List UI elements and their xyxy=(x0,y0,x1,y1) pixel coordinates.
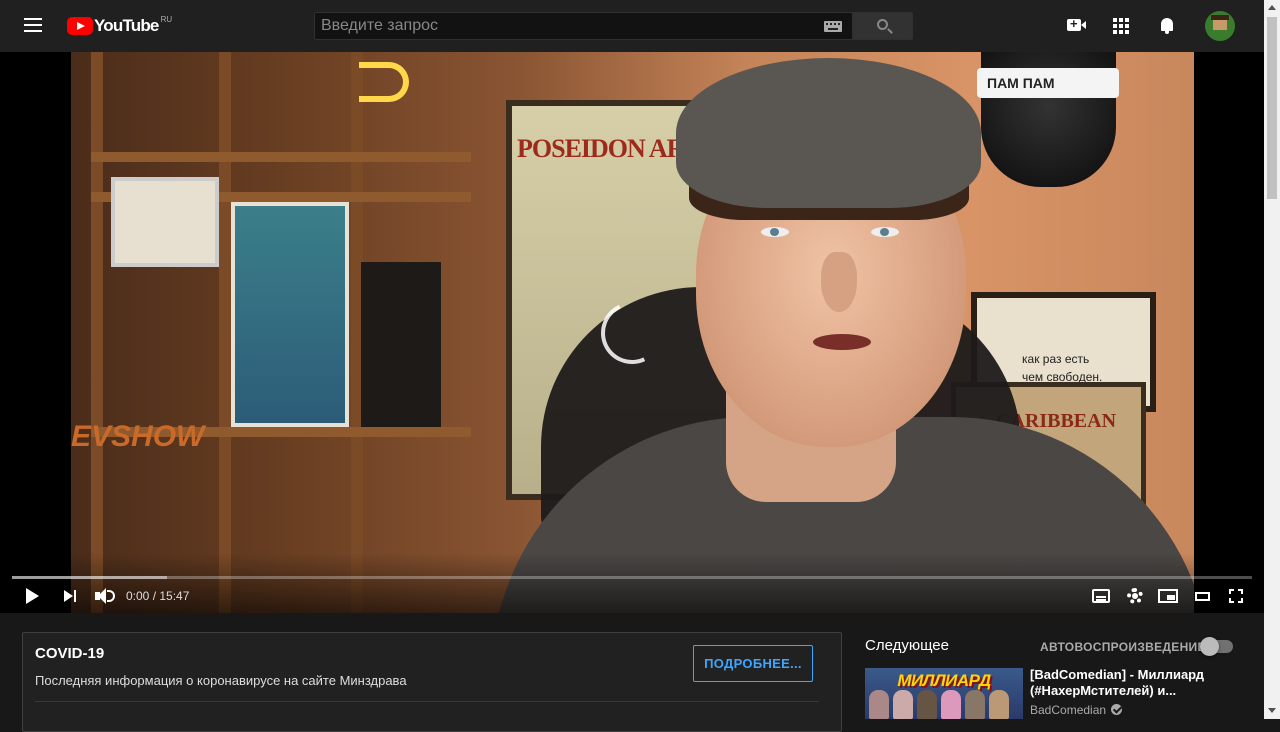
up-next-heading: Следующее xyxy=(865,637,949,654)
youtube-play-icon xyxy=(67,17,93,35)
scroll-thumb[interactable] xyxy=(1267,17,1277,199)
shelf-post xyxy=(91,52,103,613)
thumbnail-face xyxy=(869,690,889,719)
search-input[interactable] xyxy=(315,13,815,39)
thumbnail-title: МИЛЛИАРД xyxy=(897,671,991,690)
logo-text: YouTube xyxy=(94,16,159,35)
person-eye xyxy=(871,227,899,237)
avatar[interactable] xyxy=(1205,11,1235,41)
person-mouth xyxy=(813,334,871,350)
thumbnail-face xyxy=(965,690,985,719)
covid-description: Последняя информация о коронавирусе на с… xyxy=(35,673,407,688)
scroll-down-arrow-icon[interactable] xyxy=(1268,708,1276,713)
page-scrollbar[interactable] xyxy=(1264,0,1280,719)
search-button[interactable] xyxy=(853,12,913,40)
next-video-channel[interactable]: BadComedian xyxy=(1030,703,1106,717)
thumbnail-face xyxy=(917,690,937,719)
autoplay-toggle[interactable] xyxy=(1200,637,1233,656)
verified-badge-icon xyxy=(1111,704,1122,715)
autoplay-label: АВТОВОСПРОИЗВЕДЕНИЕ xyxy=(1040,640,1206,654)
autoplay-toggle-knob xyxy=(1200,637,1219,656)
covid-title: COVID-19 xyxy=(35,645,105,662)
youtube-logo[interactable]: YouTube RU xyxy=(67,14,173,36)
covid-info-panel: COVID-19 Последняя информация о коронави… xyxy=(22,632,842,732)
progress-bar[interactable] xyxy=(12,576,1252,579)
next-video-thumbnail[interactable]: МИЛЛИАРД xyxy=(865,668,1023,719)
neon-sign xyxy=(359,62,409,102)
microphone: ПАМ ПАМ xyxy=(977,52,1119,187)
next-video-title[interactable]: [BadComedian] - Миллиард (#НахерМстителе… xyxy=(1030,667,1230,699)
divider xyxy=(35,701,819,702)
subtitles-icon[interactable] xyxy=(1092,589,1110,603)
wall-quote-text: как раз есть чем свободен. xyxy=(1022,352,1103,384)
small-picture xyxy=(111,177,219,267)
miniplayer-icon[interactable] xyxy=(1158,589,1178,603)
shelf-post xyxy=(219,52,231,613)
next-video-icon[interactable] xyxy=(64,586,78,606)
apps-icon[interactable] xyxy=(1113,18,1129,34)
masthead: YouTube RU xyxy=(0,0,1264,52)
fullscreen-icon[interactable] xyxy=(1229,589,1243,603)
create-video-icon[interactable] xyxy=(1067,16,1086,31)
progress-loaded xyxy=(12,576,167,579)
controls-gradient xyxy=(0,553,1264,613)
thumbnail-face xyxy=(941,690,961,719)
search-icon xyxy=(877,19,888,30)
evshow-sign: EVSHOW xyxy=(71,420,205,453)
person-beanie xyxy=(676,58,981,208)
menu-icon[interactable] xyxy=(24,18,42,32)
microphone-band-text: ПАМ ПАМ xyxy=(987,75,1055,91)
time-display: 0:00 / 15:47 xyxy=(126,589,190,603)
scroll-up-arrow-icon[interactable] xyxy=(1268,5,1276,10)
covid-more-button[interactable]: ПОДРОБНЕЕ... xyxy=(693,645,813,682)
keyboard-icon[interactable] xyxy=(824,21,842,32)
shelf-board xyxy=(91,152,471,162)
shelf-box xyxy=(361,262,441,427)
volume-icon[interactable] xyxy=(95,586,115,606)
theater-mode-icon[interactable] xyxy=(1195,592,1210,601)
person-eye xyxy=(761,227,789,237)
search-box xyxy=(314,12,853,40)
framed-portrait xyxy=(231,202,349,427)
thumbnail-face xyxy=(989,690,1009,719)
logo-region: RU xyxy=(160,14,173,24)
thumbnail-face xyxy=(893,690,913,719)
play-icon[interactable] xyxy=(26,586,40,606)
notifications-bell-icon[interactable] xyxy=(1159,17,1175,35)
microphone-band: ПАМ ПАМ xyxy=(977,68,1119,98)
person-nose xyxy=(821,252,857,312)
video-player[interactable]: EVSHOW POSEIDON ARCTI как раз есть чем с… xyxy=(0,52,1264,613)
settings-gear-icon[interactable] xyxy=(1127,588,1143,604)
